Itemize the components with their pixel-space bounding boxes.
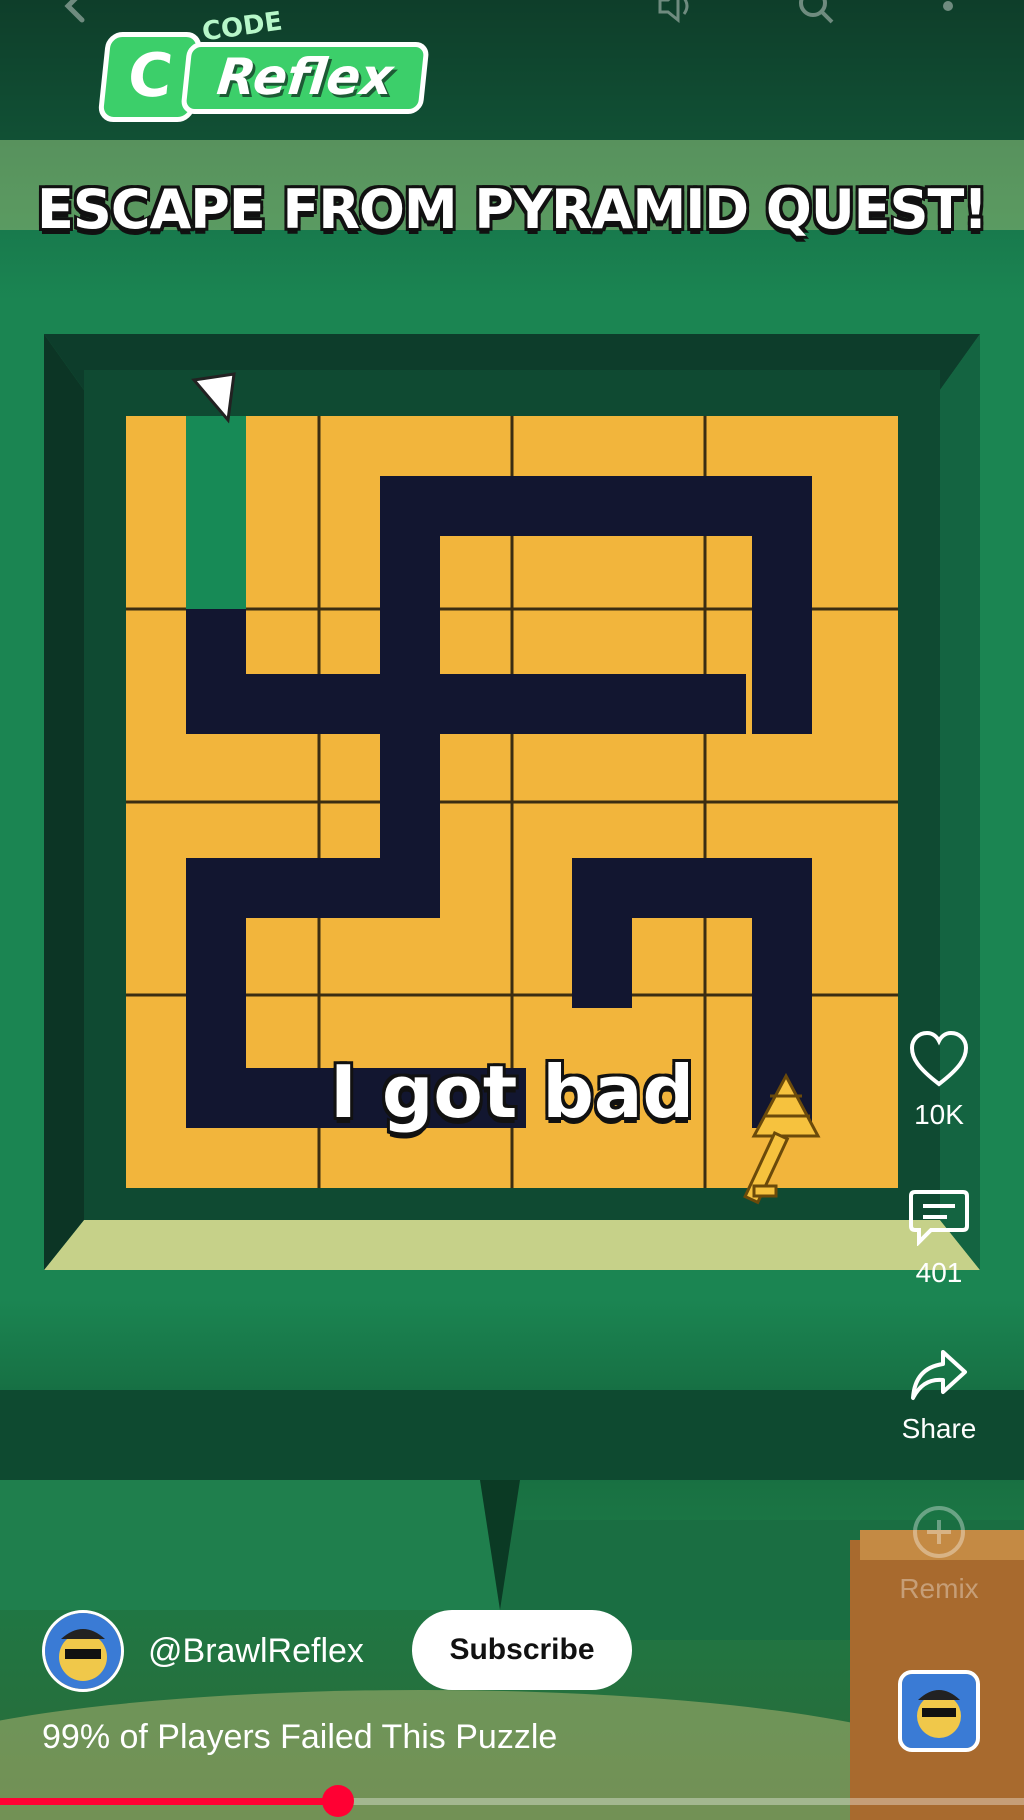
maze-board xyxy=(44,334,980,1270)
comment-button[interactable]: 401 xyxy=(886,1188,992,1289)
subscribe-button[interactable]: Subscribe xyxy=(412,1610,632,1690)
comment-count: 401 xyxy=(915,1257,963,1288)
share-label: Share xyxy=(901,1413,977,1444)
remix-label: Remix xyxy=(899,1573,979,1604)
like-button[interactable]: 10K xyxy=(886,1030,992,1131)
heart-icon xyxy=(909,1030,969,1087)
sound-thumbnail[interactable] xyxy=(898,1670,980,1752)
comment-icon xyxy=(909,1190,969,1247)
remix-icon xyxy=(913,1506,965,1558)
share-icon xyxy=(911,1350,967,1400)
video-title: ESCAPE FROM PYRAMID QUEST! xyxy=(37,178,988,241)
video-caption: I got bad xyxy=(329,1050,694,1134)
share-button[interactable]: Share xyxy=(886,1348,992,1445)
progress-fill xyxy=(0,1798,338,1805)
author-avatar[interactable] xyxy=(42,1610,124,1692)
author-handle[interactable]: @BrawlReflex xyxy=(148,1632,364,1671)
remix-button[interactable]: Remix xyxy=(886,1502,992,1605)
like-count: 10K xyxy=(914,1099,964,1130)
video-progress-bar[interactable] xyxy=(0,1785,1024,1817)
video-description[interactable]: 99% of Players Failed This Puzzle xyxy=(42,1718,557,1757)
channel-logo: C Reflex CODE xyxy=(97,7,430,122)
progress-knob[interactable] xyxy=(321,1785,354,1817)
shorts-player: C Reflex CODE ESCAPE FROM PYRAMID QUEST! xyxy=(0,0,1024,1820)
logo-word: Reflex xyxy=(180,42,430,114)
